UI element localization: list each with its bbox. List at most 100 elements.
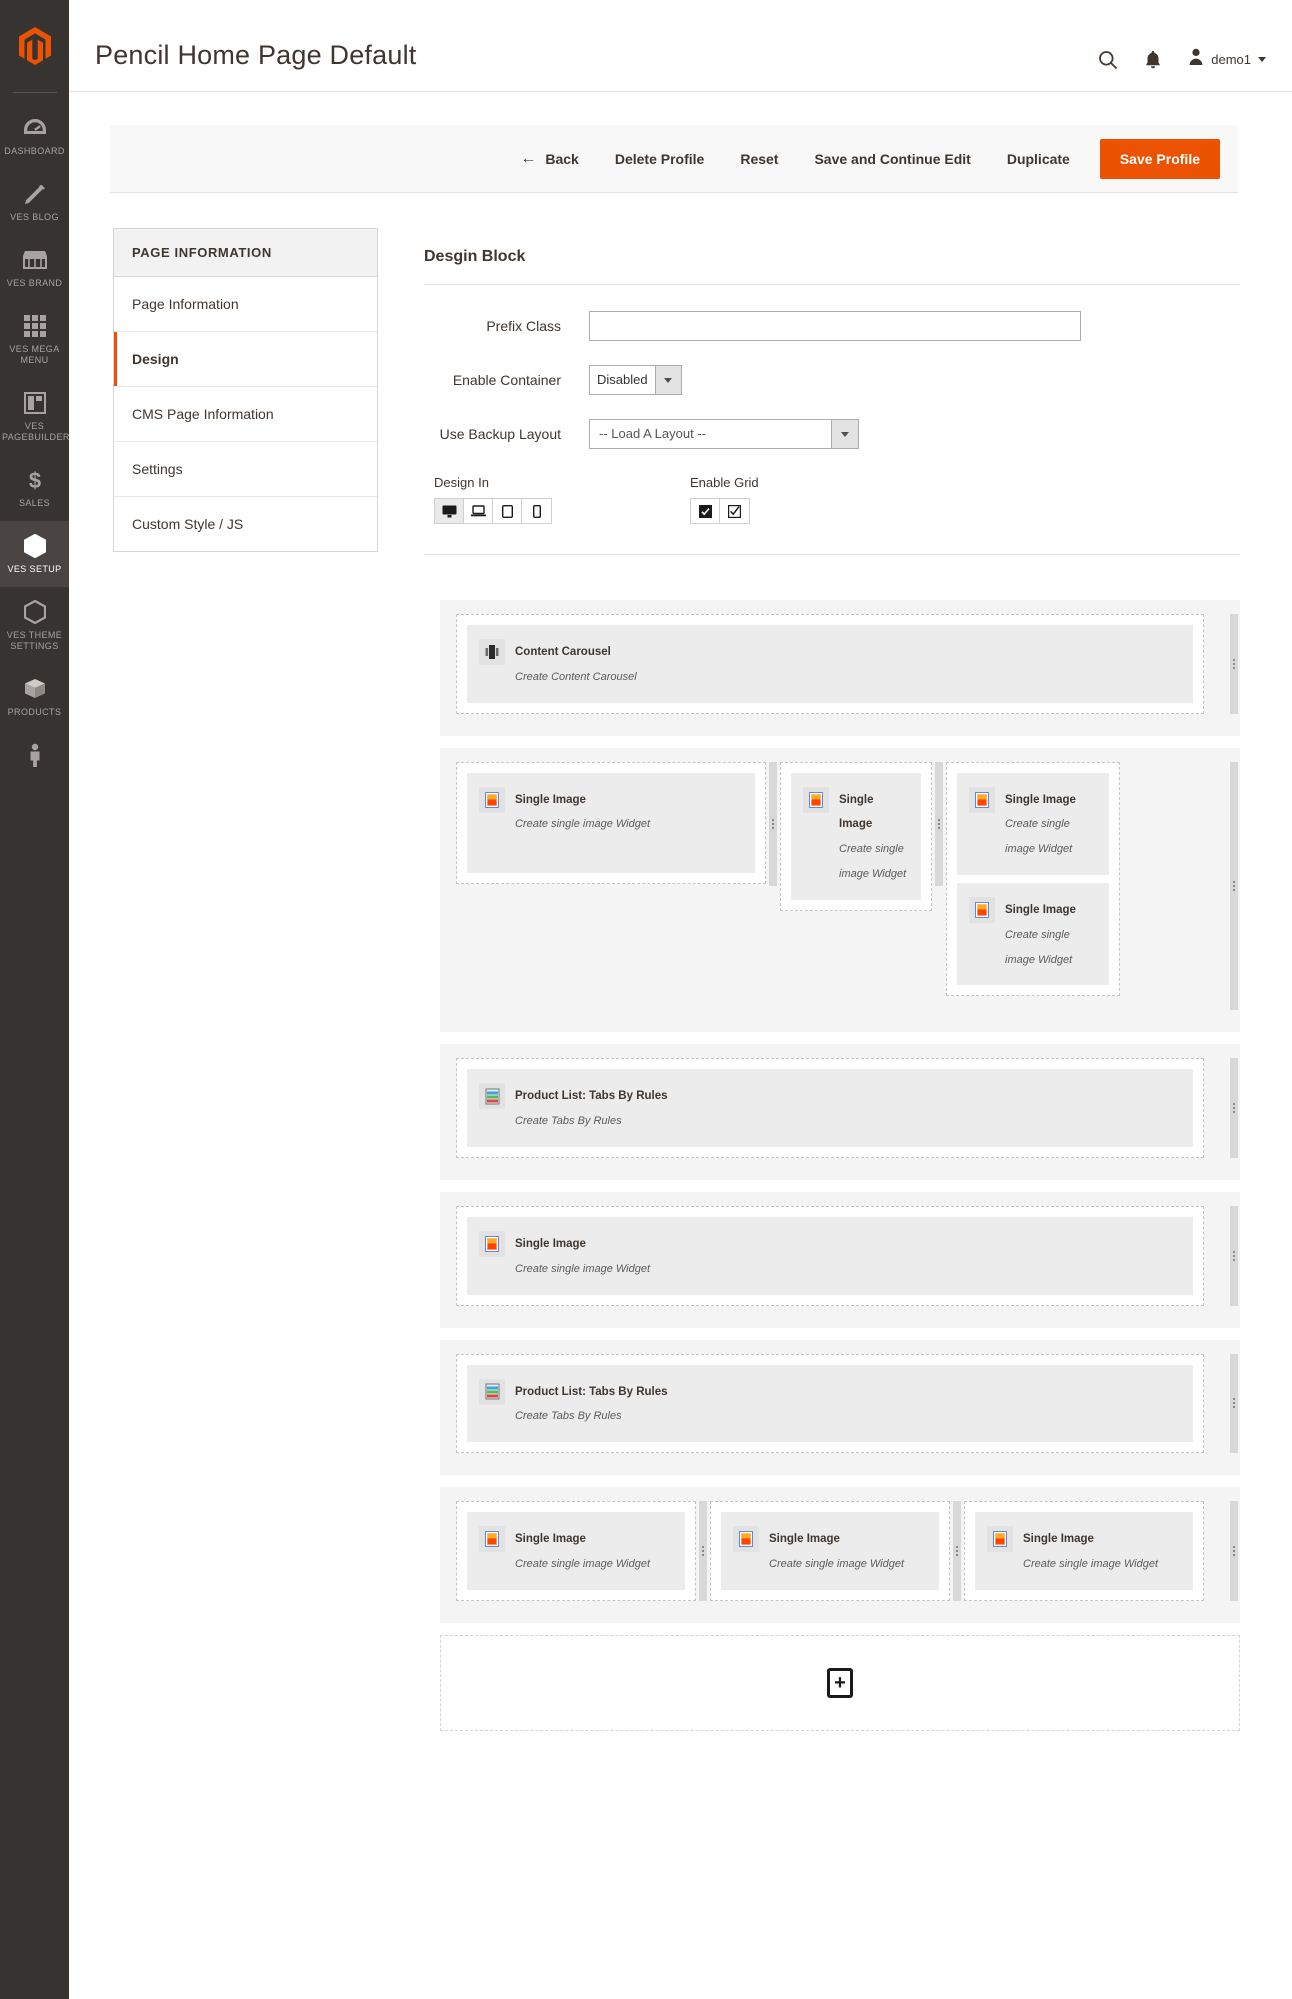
column-resize-handle[interactable]	[953, 1501, 961, 1602]
column-resize-handle[interactable]	[935, 761, 943, 886]
builder-column[interactable]: Single Image Create single image Widget	[780, 761, 932, 911]
builder-row[interactable]: Product List: Tabs By Rules Create Tabs …	[440, 1339, 1240, 1476]
delete-profile-button[interactable]: Delete Profile	[597, 143, 722, 175]
builder-column[interactable]: Single Image Create single image Widget …	[946, 761, 1120, 997]
builder-column[interactable]: Product List: Tabs By Rules Create Tabs …	[456, 1353, 1204, 1454]
widget-subtitle: Create Tabs By Rules	[515, 1410, 622, 1423]
widget-subtitle: Create single image Widget	[1005, 818, 1073, 856]
widget-single-image[interactable]: Single Image Create single image Widget	[467, 772, 755, 873]
builder-column[interactable]: Single Image Create single image Widget	[456, 1501, 696, 1602]
enable-container-select[interactable]: Disabled	[589, 365, 682, 395]
row-resize-handle[interactable]	[1230, 1501, 1238, 1602]
widget-single-image[interactable]: Single Image Create single image Widget	[957, 772, 1109, 875]
panel-heading: PAGE INFORMATION	[114, 229, 377, 277]
checkbox-outline-icon[interactable]	[720, 499, 749, 523]
widget-single-image[interactable]: Single Image Create single image Widget	[721, 1512, 939, 1591]
sidebar-item-label: Ves Theme Settings	[6, 630, 63, 651]
add-row-dropzone[interactable]: +	[440, 1635, 1240, 1732]
sidebar-item-ves-theme-settings[interactable]: Ves Theme Settings	[0, 587, 69, 664]
sidebar-item-sales[interactable]: $ Sales	[0, 455, 69, 521]
sidebar-divider	[12, 92, 57, 93]
magento-logo-icon[interactable]	[0, 0, 69, 92]
widget-single-image[interactable]: Single Image Create single image Widget	[467, 1512, 685, 1591]
builder-column[interactable]: Single Image Create single image Widget	[456, 1205, 1204, 1306]
search-icon[interactable]	[1098, 50, 1118, 70]
header-actions: demo1	[1098, 48, 1266, 71]
widget-product-list-tabs-by-rules[interactable]: Product List: Tabs By Rules Create Tabs …	[467, 1069, 1193, 1147]
widget-product-list-tabs-by-rules[interactable]: Product List: Tabs By Rules Create Tabs …	[467, 1364, 1193, 1443]
save-profile-button[interactable]: Save Profile	[1099, 138, 1220, 179]
panel-item-page-information[interactable]: Page Information	[114, 277, 377, 332]
back-button[interactable]: ← Back	[502, 142, 596, 176]
builder-row[interactable]: Single Image Create single image Widget …	[440, 1487, 1240, 1624]
sidebar-item-customers[interactable]	[0, 730, 69, 785]
panel-item-custom-style-js[interactable]: Custom Style / JS	[114, 497, 377, 551]
prefix-class-input[interactable]	[589, 311, 1081, 341]
widget-subtitle: Create single image Widget	[839, 843, 907, 880]
reset-button[interactable]: Reset	[722, 143, 796, 175]
row-resize-handle[interactable]	[1230, 614, 1238, 714]
form-bottom-divider	[424, 554, 1240, 555]
enable-container-label: Enable Container	[452, 372, 561, 388]
column-resize-handle[interactable]	[699, 1501, 707, 1602]
widget-single-image[interactable]: Single Image Create single image Widget	[975, 1512, 1193, 1591]
save-and-continue-edit-button[interactable]: Save and Continue Edit	[796, 143, 988, 175]
widget-single-image[interactable]: Single Image Create single image Widget	[791, 772, 921, 900]
chevron-down-icon	[831, 420, 858, 448]
sidebar-item-products[interactable]: Products	[0, 664, 69, 730]
panel-item-cms-page-information[interactable]: CMS Page Information	[114, 387, 377, 442]
sidebar-item-dashboard[interactable]: Dashboard	[0, 103, 69, 169]
field-row-enable-container: Enable Container Disabled	[424, 365, 1240, 395]
use-backup-layout-value: -- Load A Layout --	[599, 426, 706, 441]
widget-single-image[interactable]: Single Image Create single image Widget	[467, 1216, 1193, 1295]
row-resize-handle[interactable]	[1230, 1353, 1238, 1454]
image-icon	[969, 896, 995, 923]
panel-item-design[interactable]: Design	[114, 332, 377, 387]
builder-row[interactable]: Single Image Create single image Widget …	[440, 747, 1240, 1033]
sidebar-item-ves-blog[interactable]: Ves Blog	[0, 169, 69, 235]
sidebar-item-ves-pagebuilder[interactable]: Ves Pagebuilder	[0, 378, 69, 455]
laptop-icon[interactable]	[464, 499, 493, 523]
row-resize-handle[interactable]	[1230, 1058, 1238, 1158]
add-row-button[interactable]: +	[827, 1668, 853, 1699]
checkbox-filled-icon[interactable]	[691, 499, 720, 523]
builder-column[interactable]: Content Carousel Create Content Carousel	[456, 614, 1204, 714]
sidebar-item-ves-brand[interactable]: Ves Brand	[0, 235, 69, 301]
svg-text:$: $	[28, 468, 40, 492]
sidebar-item-ves-setup[interactable]: Ves Setup	[0, 521, 69, 587]
chevron-down-icon	[1258, 57, 1266, 62]
use-backup-layout-select[interactable]: -- Load A Layout --	[589, 419, 859, 449]
page-information-panel: PAGE INFORMATION Page Information Design…	[113, 228, 378, 552]
builder-row[interactable]: Single Image Create single image Widget	[440, 1191, 1240, 1328]
column-resize-handle[interactable]	[769, 761, 777, 886]
widget-title: Single Image	[515, 1533, 586, 1546]
widget-single-image[interactable]: Single Image Create single image Widget	[957, 882, 1109, 986]
widget-title: Product List: Tabs By Rules	[515, 1385, 668, 1398]
storefront-icon	[2, 247, 67, 273]
widget-content-carousel[interactable]: Content Carousel Create Content Carousel	[467, 625, 1193, 703]
sidebar-item-label: Products	[7, 707, 62, 717]
builder-row[interactable]: Product List: Tabs By Rules Create Tabs …	[440, 1044, 1240, 1180]
builder-column[interactable]: Single Image Create single image Widget	[710, 1501, 950, 1602]
user-menu[interactable]: demo1	[1188, 48, 1266, 71]
row-resize-handle[interactable]	[1230, 1205, 1238, 1306]
enable-grid-group: Enable Grid	[690, 475, 759, 524]
desktop-icon[interactable]	[435, 499, 464, 523]
row-resize-handle[interactable]	[1230, 761, 1238, 1011]
sidebar-item-ves-mega-menu[interactable]: Ves Mega Menu	[0, 301, 69, 378]
builder-column[interactable]: Single Image Create single image Widget	[964, 1501, 1204, 1602]
builder-column[interactable]: Single Image Create single image Widget	[456, 761, 766, 884]
tabs-icon	[479, 1083, 505, 1110]
mobile-icon[interactable]	[522, 499, 551, 523]
bell-icon[interactable]	[1144, 50, 1162, 70]
image-icon	[479, 786, 505, 813]
section-title: Desgin Block	[424, 248, 526, 265]
builder-column[interactable]: Product List: Tabs By Rules Create Tabs …	[456, 1058, 1204, 1158]
grid-icon	[2, 313, 67, 339]
widget-subtitle: Create single image Widget	[1005, 928, 1073, 966]
panel-item-settings[interactable]: Settings	[114, 442, 377, 497]
tablet-icon[interactable]	[493, 499, 522, 523]
duplicate-button[interactable]: Duplicate	[989, 143, 1088, 175]
image-icon	[987, 1526, 1013, 1553]
builder-row[interactable]: Content Carousel Create Content Carousel	[440, 600, 1240, 736]
